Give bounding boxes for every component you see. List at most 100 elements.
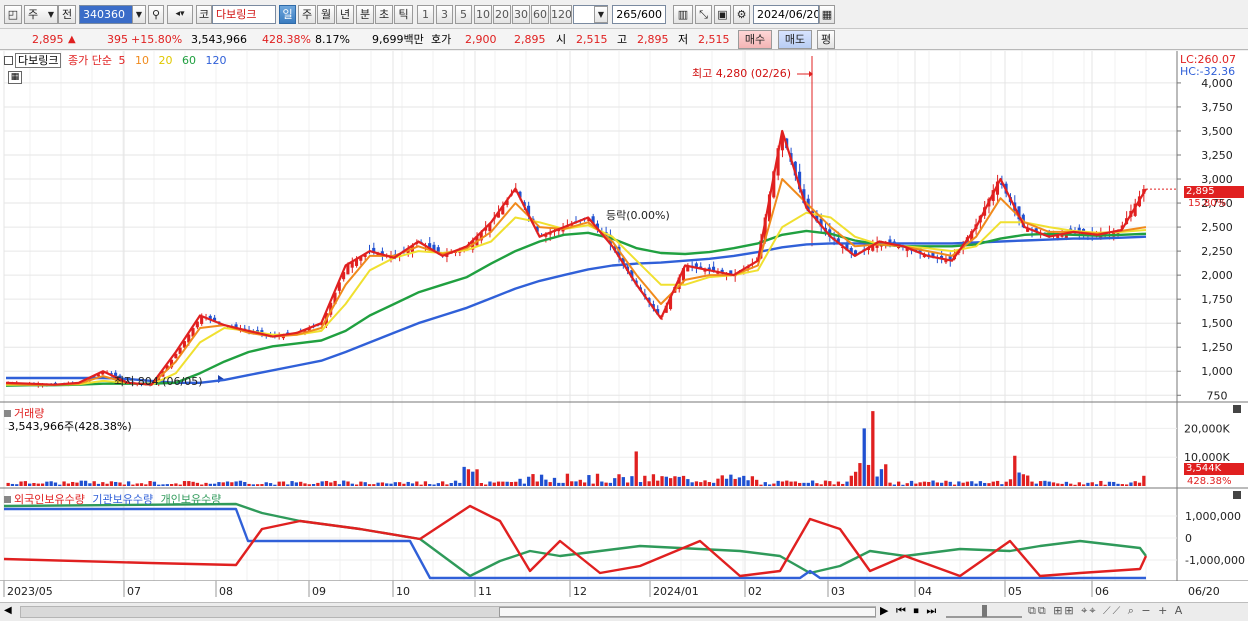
period-second-button[interactable]: 초 [375, 5, 393, 24]
volume-bar [354, 484, 359, 486]
volume-bar [776, 480, 780, 486]
volume-bar [307, 484, 311, 486]
market-select[interactable]: 주 ▼ [24, 5, 58, 24]
window-icon[interactable]: ◰ [4, 5, 22, 24]
save-icon[interactable]: ▣ [714, 5, 731, 24]
period-week-button[interactable]: 주 [298, 5, 316, 24]
date-field[interactable]: 2024/06/20 [753, 5, 819, 24]
holding-close-icon[interactable] [1233, 491, 1241, 499]
zoom-slider[interactable] [946, 605, 1022, 618]
period-tick-button[interactable]: 틱 [394, 5, 413, 24]
volume-close-icon[interactable] [1233, 405, 1241, 413]
volume-bar [139, 483, 144, 486]
volume-bar [613, 478, 617, 486]
volume-bar [363, 482, 367, 486]
legend-title[interactable]: 다보링크 [15, 53, 62, 68]
period-year-button[interactable]: 년 [336, 5, 354, 24]
interval-5-button[interactable]: 5 [455, 5, 472, 24]
volume-bar [212, 483, 217, 486]
volume-bar [200, 484, 204, 486]
volume-bar [393, 482, 397, 486]
prev-button[interactable]: 전 [58, 5, 76, 24]
candle-icon[interactable]: ▥ [673, 5, 693, 24]
volume-bar [1077, 482, 1081, 486]
volume-bar [144, 484, 148, 486]
holding-tick-label: -1,000,000 [1185, 554, 1245, 567]
volume-bar [440, 481, 445, 486]
interval-20-button[interactable]: 20 [493, 5, 511, 24]
high-value: 2,895 [637, 33, 669, 46]
volume-bar [866, 464, 871, 486]
volume-bar [505, 481, 509, 486]
volume-bar [552, 477, 557, 486]
tool-icons[interactable]: ⧉⧉ ⊞⊞ ⌖⌖ ⟋⟋ ⌕ − + A [1028, 604, 1184, 618]
buy-button[interactable]: 매수 [738, 30, 772, 49]
count-field[interactable]: 265/600 [612, 5, 666, 24]
scroll-bar[interactable]: ◀ ▶ ⏮ ⏹ ⏭ ⧉⧉ ⊞⊞ ⌖⌖ ⟋⟋ ⌕ − + A [0, 602, 1248, 621]
sell-button[interactable]: 매도 [778, 30, 812, 49]
stock-chart[interactable]: 4,0003,7503,5003,2503,0002,7502,5002,250… [0, 51, 1248, 603]
volume-bar [260, 484, 264, 486]
calendar-icon[interactable]: ▦ [819, 5, 835, 24]
scroll-thumb[interactable] [499, 607, 876, 617]
nav-buttons[interactable]: ▶ ⏮ ⏹ ⏭ [880, 604, 938, 618]
volume-bar [514, 481, 518, 486]
volume-bar [238, 480, 243, 486]
volume-bar [600, 481, 604, 486]
speaker-icon[interactable]: ◂▾ [167, 5, 193, 24]
volume-bar [978, 481, 983, 486]
volume-bar [79, 480, 83, 486]
scroll-left-icon[interactable]: ◀ [4, 605, 12, 616]
price-tick-label: 3,750 [1201, 101, 1233, 114]
period-minute-button[interactable]: 분 [356, 5, 374, 24]
volume-bar [595, 473, 600, 486]
interval-dropdown-icon[interactable]: ▼ [594, 6, 608, 23]
code-dropdown-icon[interactable]: ▼ [132, 5, 146, 24]
stock-prefix[interactable]: 코 [196, 5, 212, 24]
gear-icon[interactable]: ⚙ [733, 5, 750, 24]
volume-bar [909, 480, 914, 486]
updown-annotation: 등락(0.00%) [606, 209, 670, 222]
stock-code-input[interactable]: 340360 [79, 5, 133, 24]
volume-bar [1081, 484, 1086, 486]
volume-bar [182, 481, 187, 486]
volume-bar [759, 484, 763, 486]
period-day-button[interactable]: 일 [279, 5, 296, 24]
turnover-value: 8.17% [315, 33, 350, 46]
volume-bar [991, 481, 995, 486]
volume-bar [169, 484, 174, 486]
volume-bar [785, 480, 789, 486]
change-arrow-icon: ▲ [68, 34, 76, 45]
volume-bar [397, 482, 402, 486]
legend-toggle-icon[interactable] [4, 56, 13, 65]
interval-60-button[interactable]: 60 [531, 5, 549, 24]
scroll-track[interactable] [20, 606, 876, 618]
interval-3-button[interactable]: 3 [436, 5, 453, 24]
holding-toggle-icon[interactable] [4, 496, 11, 503]
x-tick-label: 04 [918, 585, 932, 598]
volume-bar [1099, 480, 1103, 486]
interval-1-button[interactable]: 1 [417, 5, 434, 24]
volume-toggle-icon[interactable] [4, 410, 11, 417]
price-tick-label: 4,000 [1201, 77, 1233, 90]
volume-bar [587, 475, 591, 486]
period-month-button[interactable]: 월 [317, 5, 335, 24]
avg-button[interactable]: 평 [817, 30, 835, 49]
axis-ticks: 4,0003,7503,5003,2503,0002,7502,5002,250… [1177, 77, 1233, 402]
volume-bar [191, 481, 195, 486]
stock-name-field[interactable]: 다보링크 [212, 5, 276, 24]
volume-bar [522, 483, 527, 486]
volume-bar [823, 480, 828, 486]
volume-bar [755, 479, 759, 486]
search-icon[interactable]: ⚲ [148, 5, 164, 24]
volume-bar [367, 484, 372, 486]
calculator-icon[interactable]: ▦ [8, 71, 22, 84]
interval-120-button[interactable]: 120 [550, 5, 572, 24]
volume-bar [243, 482, 247, 486]
volume-bar [853, 471, 858, 486]
zoom-fit-icon[interactable]: ⤡ [695, 5, 712, 24]
interval-10-button[interactable]: 10 [474, 5, 492, 24]
interval-30-button[interactable]: 30 [512, 5, 530, 24]
chart-area[interactable]: 4,000 3,750 3,500 3,250 3,000 2,750 2,500 2,250… [0, 51, 1248, 603]
volume-bar [780, 481, 785, 486]
